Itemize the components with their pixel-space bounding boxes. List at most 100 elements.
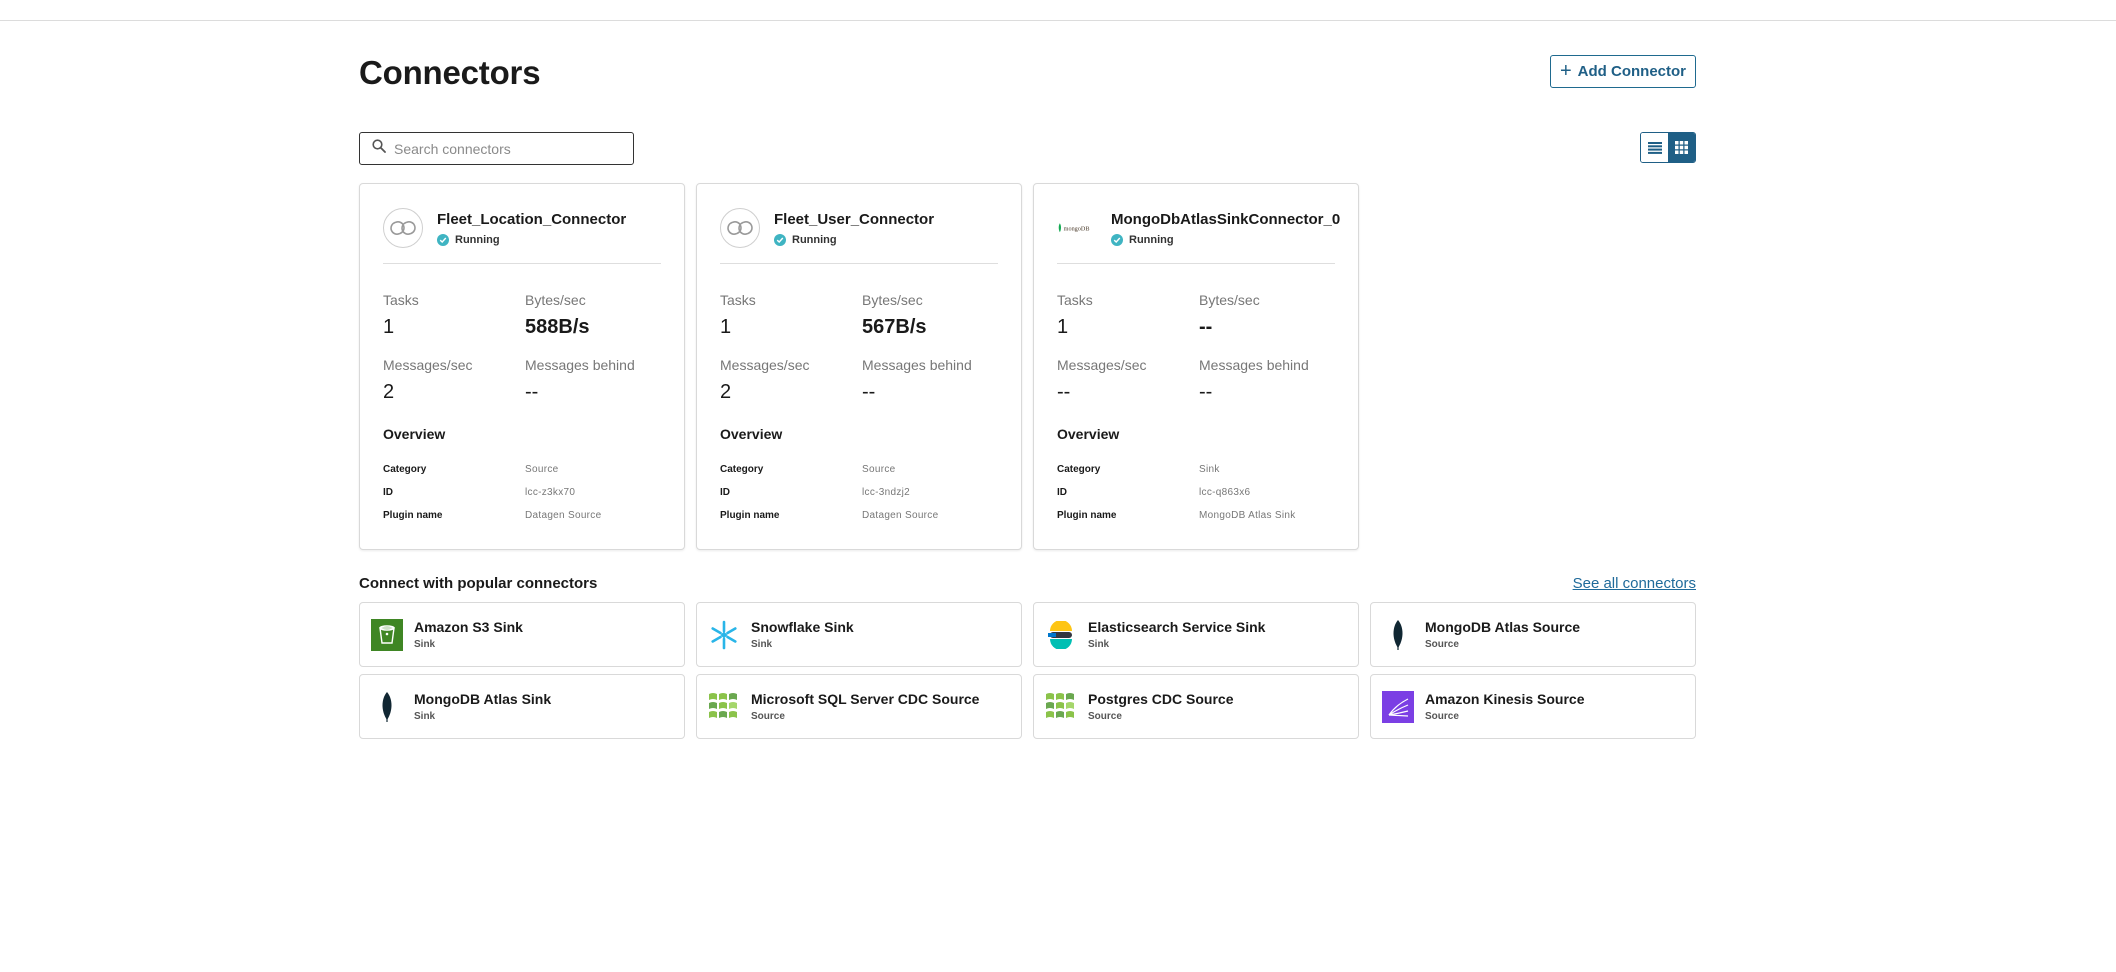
bytes-sec-label: Bytes/sec <box>862 292 923 308</box>
messages-sec-label: Messages/sec <box>1057 357 1147 373</box>
overview-title: Overview <box>720 426 783 442</box>
snowflake-icon <box>708 619 740 651</box>
elasticsearch-icon <box>1045 619 1077 651</box>
add-connector-label: Add Connector <box>1577 63 1686 80</box>
tasks-label: Tasks <box>383 292 419 308</box>
grid-icon <box>1675 141 1688 154</box>
connector-name: Fleet_User_Connector <box>774 210 935 228</box>
page-title: Connectors <box>359 54 541 91</box>
popular-connector-name: Postgres CDC Source <box>1088 691 1234 707</box>
bytes-sec-value: -- <box>1199 316 1213 338</box>
tasks-value: 1 <box>383 316 395 338</box>
popular-connector-card[interactable]: MongoDB Atlas Sink Sink <box>359 674 685 739</box>
plugin-name-value: Datagen Source <box>862 510 939 521</box>
popular-connector-type: Sink <box>414 711 436 722</box>
datagen-link-icon <box>720 208 760 248</box>
grid-view-button[interactable] <box>1668 133 1695 162</box>
metrics: Tasks 1 Bytes/sec 588B/s Messages/sec 2 Mes… <box>383 292 661 404</box>
messages-sec-label: Messages/sec <box>383 357 473 373</box>
popular-connector-name: Amazon S3 Sink <box>414 619 523 635</box>
mongodb-leaf-icon <box>371 691 403 723</box>
search-box <box>359 132 634 165</box>
amazon-s3-icon <box>371 618 403 651</box>
bytes-sec-value: 588B/s <box>525 316 590 338</box>
messages-behind-label: Messages behind <box>1199 357 1309 373</box>
search-icon <box>372 139 386 158</box>
status-text: Running <box>1129 233 1174 246</box>
status-text: Running <box>792 233 837 246</box>
messages-behind-label: Messages behind <box>525 357 635 373</box>
divider <box>1057 263 1335 264</box>
tasks-value: 1 <box>720 316 732 338</box>
category-value: Source <box>525 464 559 475</box>
check-circle-icon <box>437 233 449 246</box>
popular-connector-name: MongoDB Atlas Source <box>1425 619 1581 635</box>
tasks-label: Tasks <box>720 292 756 308</box>
messages-sec-value: -- <box>1057 381 1071 403</box>
overview-grid: Category Source ID lcc-z3kx70 Plugin nam… <box>383 464 661 521</box>
connector-cards: Fleet_Location_Connector Running Tasks 1 … <box>359 183 1359 550</box>
category-label: Category <box>1057 464 1101 475</box>
list-view-button[interactable] <box>1641 133 1668 162</box>
popular-connector-type: Sink <box>414 639 436 650</box>
popular-connector-type: Source <box>751 711 785 722</box>
id-value: lcc-z3kx70 <box>525 487 576 498</box>
card-header: Fleet_User_Connector Running <box>720 208 998 248</box>
debezium-icon <box>1045 691 1077 723</box>
metrics: Tasks 1 Bytes/sec 567B/s Messages/sec 2 Mes… <box>720 292 998 404</box>
divider <box>383 263 661 264</box>
add-connector-button[interactable]: + Add Connector <box>1550 55 1696 88</box>
id-label: ID <box>720 487 730 498</box>
popular-connector-card[interactable]: Amazon Kinesis Source Source <box>1370 674 1696 739</box>
search-input[interactable] <box>394 140 624 157</box>
popular-connector-card[interactable]: Postgres CDC Source Source <box>1033 674 1359 739</box>
plugin-name-label: Plugin name <box>1057 510 1117 521</box>
plugin-name-label: Plugin name <box>720 510 780 521</box>
metrics: Tasks 1 Bytes/sec -- Messages/sec -- Messag… <box>1057 292 1335 404</box>
connector-name: Fleet_Location_Connector <box>437 210 627 228</box>
plugin-name-value: MongoDB Atlas Sink <box>1199 510 1296 521</box>
popular-connector-card[interactable]: Amazon S3 Sink Sink <box>359 602 685 667</box>
plus-icon: + <box>1559 59 1572 82</box>
top-bar <box>0 0 2116 21</box>
status-text: Running <box>455 233 500 246</box>
category-label: Category <box>720 464 764 475</box>
messages-behind-value: -- <box>525 381 539 403</box>
popular-connector-card[interactable]: MongoDB Atlas Source Source <box>1370 602 1696 667</box>
connector-card[interactable]: Fleet_User_Connector Running Tasks 1 Byte… <box>696 183 1022 550</box>
popular-connector-card[interactable]: Snowflake Sink Sink <box>696 602 1022 667</box>
overview-title: Overview <box>383 426 446 442</box>
list-icon <box>1647 141 1662 154</box>
mongodb-leaf-icon <box>1382 619 1414 651</box>
check-circle-icon <box>1111 233 1123 246</box>
popular-connector-card[interactable]: Elasticsearch Service Sink Sink <box>1033 602 1359 667</box>
messages-behind-value: -- <box>1199 381 1213 403</box>
tasks-value: 1 <box>1057 316 1069 338</box>
see-all-connectors-link[interactable]: See all connectors <box>1573 575 1696 592</box>
popular-connector-type: Source <box>1425 711 1459 722</box>
mongodb-logo: mongoDB <box>1057 208 1097 248</box>
card-header: Fleet_Location_Connector Running <box>383 208 661 248</box>
id-label: ID <box>1057 487 1067 498</box>
messages-sec-label: Messages/sec <box>720 357 810 373</box>
messages-behind-label: Messages behind <box>862 357 972 373</box>
popular-connector-name: Microsoft SQL Server CDC Source <box>751 691 980 707</box>
popular-connector-type: Sink <box>1088 639 1110 650</box>
connector-card[interactable]: mongoDB MongoDbAtlasSinkConnector_0 Runn… <box>1033 183 1359 550</box>
messages-sec-value: 2 <box>720 381 732 403</box>
bytes-sec-label: Bytes/sec <box>525 292 586 308</box>
plugin-name-value: Datagen Source <box>525 510 602 521</box>
popular-connector-name: Amazon Kinesis Source <box>1425 691 1585 707</box>
popular-connectors-grid: Amazon S3 Sink Sink Snowflake Sink Sink … <box>359 602 1696 739</box>
connector-card[interactable]: Fleet_Location_Connector Running Tasks 1 … <box>359 183 685 550</box>
plugin-name-label: Plugin name <box>383 510 443 521</box>
status-badge: Running <box>437 233 626 246</box>
popular-connector-name: Snowflake Sink <box>751 619 854 635</box>
messages-sec-value: 2 <box>383 381 395 403</box>
connector-name: MongoDbAtlasSinkConnector_0 <box>1111 210 1341 228</box>
popular-connector-type: Source <box>1088 711 1122 722</box>
status-badge: Running <box>1111 233 1340 246</box>
popular-connector-card[interactable]: Microsoft SQL Server CDC Source Source <box>696 674 1022 739</box>
messages-behind-value: -- <box>862 381 876 403</box>
category-value: Sink <box>1199 464 1220 475</box>
